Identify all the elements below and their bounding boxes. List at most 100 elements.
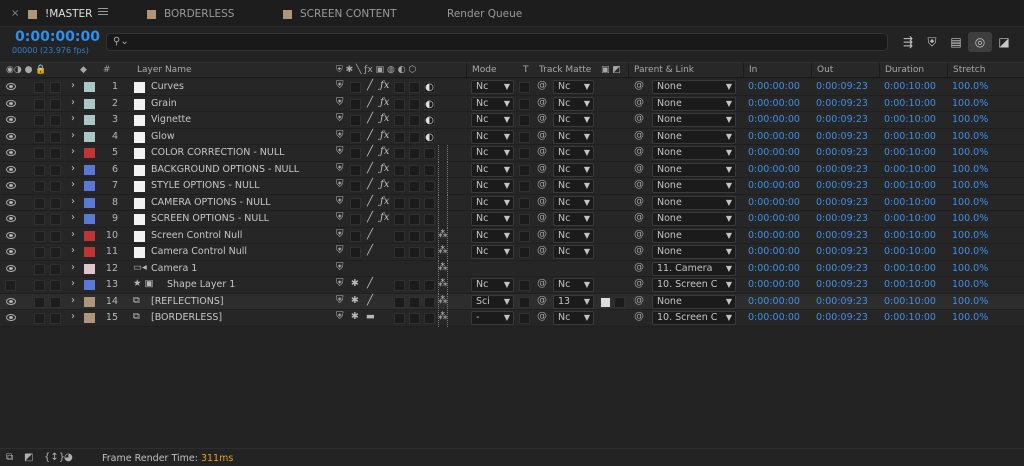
parent-pickwhip-icon[interactable]: @ xyxy=(634,311,644,322)
visibility-eye-icon[interactable] xyxy=(6,297,16,305)
frame-blend-switch[interactable] xyxy=(394,148,405,159)
stretch[interactable]: 100.0% xyxy=(952,312,988,323)
collapse-switch[interactable] xyxy=(350,148,361,159)
blend-mode-dropdown[interactable]: Nc ▼ xyxy=(471,179,514,193)
effects-switch-icon[interactable]: ƒx xyxy=(380,130,389,141)
in-point[interactable]: 0:00:00:00 xyxy=(748,213,800,224)
label-color-swatch[interactable] xyxy=(84,214,95,224)
matte-pickwhip-icon[interactable]: @ xyxy=(537,295,547,306)
parent-pickwhip-icon[interactable]: @ xyxy=(634,80,644,91)
in-point[interactable]: 0:00:00:00 xyxy=(748,197,800,208)
parent-pickwhip-icon[interactable]: @ xyxy=(634,229,644,240)
out-point[interactable]: 0:00:09:23 xyxy=(816,131,868,142)
expand-chevron-icon[interactable]: › xyxy=(71,311,75,322)
preserve-transparency-toggle[interactable] xyxy=(519,131,530,143)
out-point[interactable]: 0:00:09:23 xyxy=(816,279,868,290)
matte-alpha-icon[interactable] xyxy=(600,296,611,308)
in-point[interactable]: 0:00:00:00 xyxy=(748,263,800,274)
parent-dropdown[interactable]: None ▼ xyxy=(652,162,736,177)
parent-dropdown[interactable]: 10. Screen C ▼ xyxy=(652,278,736,292)
shy-switch-icon[interactable]: ⛨ xyxy=(336,278,344,289)
out-point[interactable]: 0:00:09:23 xyxy=(816,263,868,274)
solo-toggle[interactable] xyxy=(34,98,45,110)
layer-search-field[interactable]: ⚲⌄ xyxy=(106,33,888,51)
parent-pickwhip-icon[interactable]: @ xyxy=(634,295,644,306)
parent-pickwhip-icon[interactable]: @ xyxy=(634,196,644,207)
graph-editor-icon[interactable]: ◪ xyxy=(992,32,1016,52)
track-matte-dropdown[interactable]: Nc ▼ xyxy=(553,129,594,144)
motion-blur-switch[interactable] xyxy=(409,181,420,192)
frame-blend-switch[interactable] xyxy=(394,296,405,308)
frame-blend-switch[interactable] xyxy=(394,214,405,225)
out-point[interactable]: 0:00:09:23 xyxy=(816,213,868,224)
solo-toggle[interactable] xyxy=(34,181,45,192)
motion-blur-switch[interactable] xyxy=(409,313,420,324)
close-tab-icon[interactable]: × xyxy=(11,8,19,19)
effects-switch-icon[interactable]: ƒx xyxy=(380,113,389,124)
visibility-eye-icon[interactable] xyxy=(6,116,16,123)
solo-toggle[interactable] xyxy=(34,82,45,93)
layer-row[interactable]: › 4 Glow ⛨ ╱ ƒx ◐ Nc ▼ @ Nc ▼ @ None ▼ 0:00:00:00 0:00:0… xyxy=(0,128,1024,145)
visibility-eye-icon[interactable] xyxy=(6,132,16,140)
adjustment-switch[interactable] xyxy=(424,148,435,159)
effects-switch-icon[interactable]: ƒx xyxy=(380,212,389,223)
panel-menu-icon[interactable] xyxy=(98,6,108,18)
parent-pickwhip-icon[interactable]: @ xyxy=(634,130,644,141)
stretch[interactable]: 100.0% xyxy=(952,81,988,92)
frame-blend-switch[interactable] xyxy=(394,247,405,258)
preserve-transparency-toggle[interactable] xyxy=(519,280,530,291)
out-point[interactable]: 0:00:09:23 xyxy=(816,98,868,109)
layer-name[interactable]: [BORDERLESS] xyxy=(151,312,222,323)
shy-switch-icon[interactable]: ⛨ xyxy=(336,295,344,306)
motion-blur-switch[interactable] xyxy=(409,214,420,225)
parent-pickwhip-icon[interactable]: @ xyxy=(634,163,644,174)
quality-switch-icon[interactable]: ╱ xyxy=(367,229,373,240)
layer-name[interactable]: COLOR CORRECTION - NULL xyxy=(151,147,284,158)
preserve-transparency-toggle[interactable] xyxy=(519,214,530,225)
col-out[interactable]: Out xyxy=(817,65,833,75)
stretch[interactable]: 100.0% xyxy=(952,98,988,109)
out-point[interactable]: 0:00:09:23 xyxy=(816,296,868,307)
shy-switch-icon[interactable]: ⛨ xyxy=(336,179,344,190)
visibility-eye-icon[interactable] xyxy=(6,215,16,222)
col-layer-name[interactable]: Layer Name xyxy=(137,65,192,75)
collapse-switch[interactable] xyxy=(350,82,361,93)
shy-switch-icon[interactable]: ⛨ xyxy=(336,262,344,273)
col-number[interactable]: # xyxy=(103,65,111,75)
adjustment-switch[interactable] xyxy=(424,280,435,291)
current-time-display[interactable]: 0:00:00:00 xyxy=(15,29,100,45)
adjustment-switch[interactable] xyxy=(424,214,435,225)
parent-pickwhip-icon[interactable]: @ xyxy=(634,278,644,289)
layer-switches-toggle-icon[interactable]: ⧉ xyxy=(6,452,13,463)
duration[interactable]: 0:00:10:00 xyxy=(884,263,936,274)
parent-pickwhip-icon[interactable]: @ xyxy=(634,97,644,108)
label-tag-icon[interactable]: ◆ xyxy=(80,65,87,75)
expand-chevron-icon[interactable]: › xyxy=(71,179,75,190)
matte-pickwhip-icon[interactable]: @ xyxy=(537,278,547,289)
3d-layer-icon[interactable]: ⁂ xyxy=(438,245,448,256)
expand-chevron-icon[interactable]: › xyxy=(71,130,75,141)
adjustment-layer-icon[interactable]: ◐ xyxy=(424,115,435,126)
parent-dropdown[interactable]: 11. Camera ▼ xyxy=(652,261,736,276)
visibility-eye-icon[interactable] xyxy=(6,165,16,173)
track-matte-dropdown[interactable]: Nc ▼ xyxy=(553,179,594,193)
solo-toggle[interactable] xyxy=(34,115,45,126)
shy-switch-icon[interactable]: ⛨ xyxy=(336,245,344,256)
preserve-transparency-toggle[interactable] xyxy=(519,98,530,110)
collapse-transform-icon[interactable]: ✱ xyxy=(351,278,359,289)
solo-toggle[interactable] xyxy=(34,131,45,143)
matte-pickwhip-icon[interactable]: @ xyxy=(537,229,547,240)
layer-name[interactable]: Screen Control Null xyxy=(151,230,242,241)
matte-pickwhip-icon[interactable]: @ xyxy=(537,311,547,322)
track-matte-dropdown[interactable]: Nc ▼ xyxy=(553,212,594,226)
layer-name[interactable]: [REFLECTIONS] xyxy=(151,296,224,307)
frame-blend-switch[interactable] xyxy=(394,164,405,176)
motion-blur-switch[interactable] xyxy=(409,131,420,143)
adjustment-switch[interactable] xyxy=(424,313,435,324)
frame-blend-switch[interactable] xyxy=(394,230,405,242)
in-point[interactable]: 0:00:00:00 xyxy=(748,98,800,109)
parent-dropdown[interactable]: None ▼ xyxy=(652,179,736,193)
blend-mode-dropdown[interactable]: Nc ▼ xyxy=(471,212,514,226)
motion-blur-switch[interactable] xyxy=(409,296,420,308)
collapse-switch[interactable] xyxy=(350,131,361,143)
